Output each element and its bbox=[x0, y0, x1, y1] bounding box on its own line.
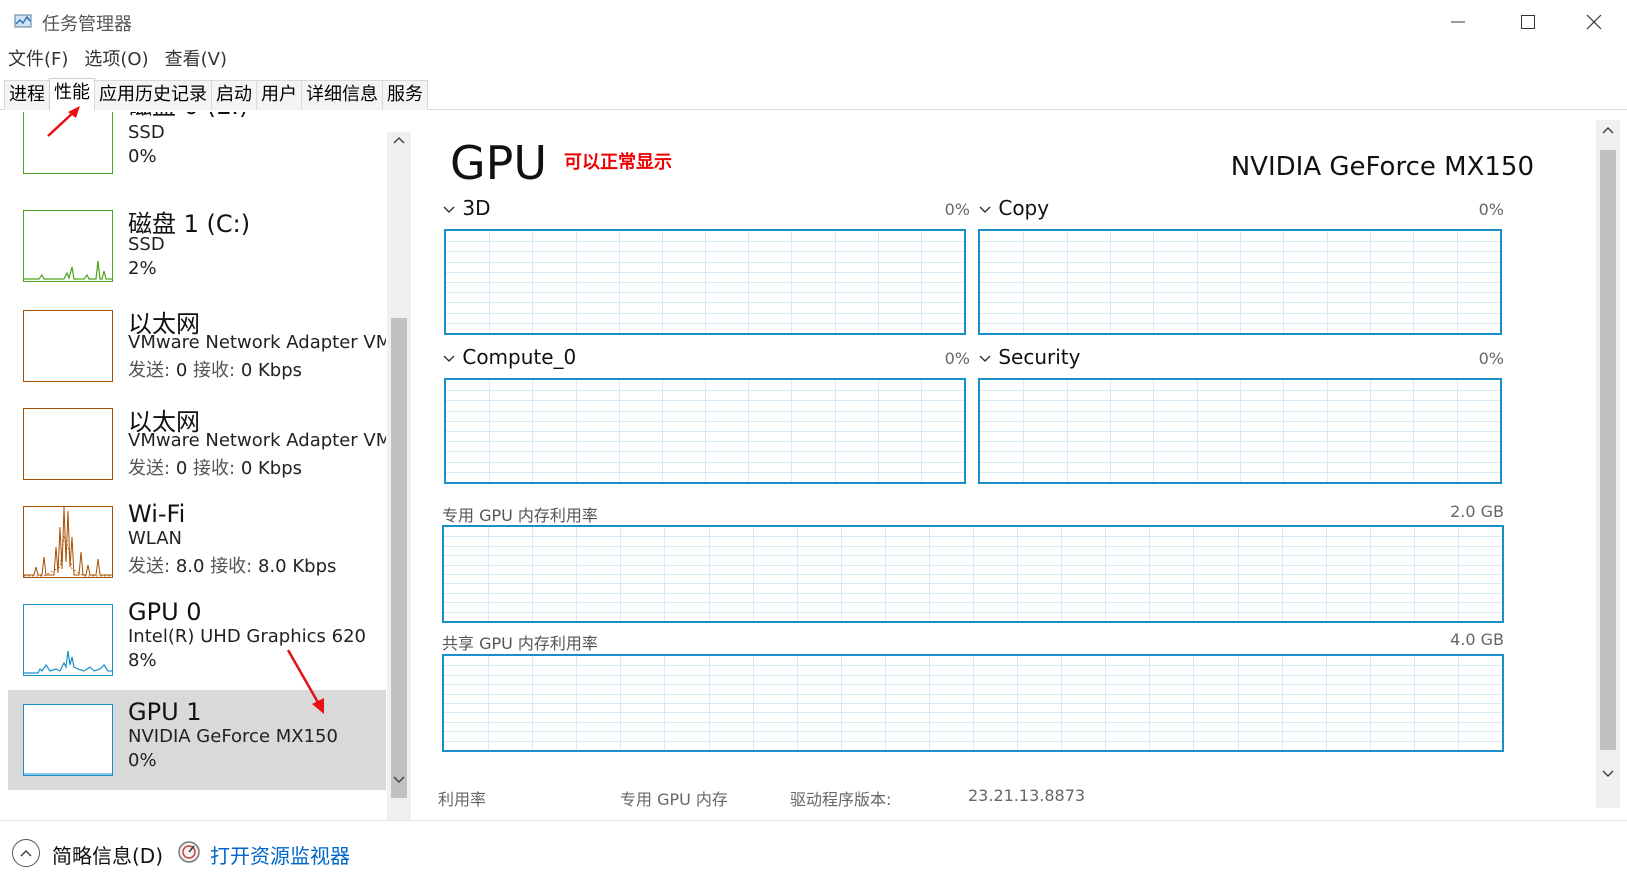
chevron-down-icon bbox=[443, 206, 455, 213]
stat-dedicated-memory-label: 专用 GPU 内存 bbox=[620, 790, 728, 809]
engine-3d-percent: 0% bbox=[944, 200, 970, 219]
main-scroll-thumb[interactable] bbox=[1600, 150, 1616, 750]
scroll-down-icon[interactable] bbox=[391, 772, 407, 788]
sidebar-item-title: Wi-Fi bbox=[128, 500, 186, 528]
sidebar-item-value: 发送: 8.0 接收: 8.0 Kbps bbox=[128, 556, 337, 577]
graph-dedicated-memory bbox=[442, 525, 1504, 623]
tab-processes[interactable]: 进程 bbox=[4, 80, 50, 110]
minimize-icon bbox=[1451, 21, 1465, 23]
shared-memory-label: 共享 GPU 内存利用率 bbox=[442, 634, 598, 653]
open-resource-monitor-link[interactable]: 打开资源监视器 bbox=[210, 840, 350, 869]
close-icon bbox=[1586, 14, 1601, 30]
engine-copy-percent: 0% bbox=[1478, 200, 1504, 219]
sidebar-item-value: 2% bbox=[128, 258, 157, 279]
gpu0-thumbnail bbox=[23, 604, 113, 676]
graph-copy bbox=[978, 229, 1502, 335]
ethernet2-thumbnail bbox=[23, 408, 113, 480]
sidebar-item-sub: WLAN bbox=[128, 528, 183, 549]
sidebar-item-value: 发送: 0 接收: 0 Kbps bbox=[128, 360, 303, 381]
sidebar-item-value: 发送: 0 接收: 0 Kbps bbox=[128, 458, 303, 479]
stat-driver-version-value: 23.21.13.8873 bbox=[968, 786, 1086, 805]
engine-selector-3d[interactable]: 3D bbox=[442, 196, 490, 220]
disk1-thumbnail bbox=[23, 210, 113, 282]
tab-services[interactable]: 服务 bbox=[382, 80, 428, 110]
chevron-up-icon bbox=[20, 849, 32, 857]
chevron-down-icon bbox=[979, 206, 991, 213]
graph-shared-memory bbox=[442, 654, 1504, 752]
footer: 简略信息(D) 打开资源监视器 bbox=[0, 820, 1627, 889]
menu-bar: 文件(F) 选项(O) 查看(V) bbox=[0, 46, 235, 74]
tab-users[interactable]: 用户 bbox=[256, 80, 302, 110]
sidebar-item-ethernet-1[interactable]: 以太网 VMware Network Adapter VMnet1 发送: 0 … bbox=[8, 298, 386, 398]
fewer-details-toggle[interactable] bbox=[12, 839, 40, 867]
shared-memory-max: 4.0 GB bbox=[1450, 630, 1504, 649]
scroll-up-icon[interactable] bbox=[1600, 122, 1616, 138]
annotation-note: 可以正常显示 bbox=[564, 152, 672, 173]
sidebar-item-title: 磁盘 0 (E:) bbox=[128, 112, 249, 121]
performance-sidebar: 磁盘 0 (E:) SSD 0% 磁盘 1 (C:) SSD 2% 以太网 VM… bbox=[0, 112, 412, 820]
maximize-button[interactable] bbox=[1493, 0, 1563, 44]
sidebar-item-gpu-0[interactable]: GPU 0 Intel(R) UHD Graphics 620 8% bbox=[8, 592, 386, 692]
sidebar-item-sub: VMware Network Adapter VMnet8 bbox=[128, 430, 386, 451]
menu-options[interactable]: 选项(O) bbox=[76, 46, 156, 74]
close-button[interactable] bbox=[1560, 0, 1627, 44]
tab-startup[interactable]: 启动 bbox=[211, 80, 257, 110]
sidebar-item-value: 0% bbox=[128, 146, 157, 167]
sidebar-item-title: GPU 0 bbox=[128, 598, 202, 626]
tab-performance[interactable]: 性能 bbox=[49, 78, 95, 111]
disk0-thumbnail bbox=[23, 112, 113, 174]
sidebar-item-sub: SSD bbox=[128, 122, 165, 143]
page-title: GPU bbox=[450, 136, 548, 190]
dedicated-memory-label: 专用 GPU 内存利用率 bbox=[442, 506, 598, 525]
sidebar-item-sub: NVIDIA GeForce MX150 bbox=[128, 726, 338, 747]
scroll-up-icon[interactable] bbox=[391, 132, 407, 148]
gpu-detail-panel: GPU 可以正常显示 NVIDIA GeForce MX150 3D 0% Co… bbox=[414, 112, 1596, 820]
sidebar-item-value: 8% bbox=[128, 650, 157, 671]
window-title: 任务管理器 bbox=[42, 14, 132, 35]
menu-view[interactable]: 查看(V) bbox=[157, 46, 235, 74]
sidebar-item-disk-1[interactable]: 磁盘 1 (C:) SSD 2% bbox=[8, 200, 386, 300]
scroll-down-icon[interactable] bbox=[1600, 766, 1616, 782]
sidebar-item-value: 0% bbox=[128, 750, 157, 771]
sidebar-item-sub: VMware Network Adapter VMnet1 bbox=[128, 332, 386, 353]
task-manager-icon bbox=[14, 14, 32, 28]
stat-driver-version-label: 驱动程序版本: bbox=[790, 790, 892, 809]
maximize-icon bbox=[1521, 15, 1535, 29]
sidebar-item-gpu-1[interactable]: GPU 1 NVIDIA GeForce MX150 0% bbox=[8, 690, 386, 790]
wifi-thumbnail bbox=[23, 506, 113, 578]
menu-file[interactable]: 文件(F) bbox=[0, 46, 76, 74]
main-scrollbar[interactable] bbox=[1596, 120, 1620, 808]
sidebar-item-sub: SSD bbox=[128, 234, 165, 255]
sidebar-scrollbar[interactable] bbox=[387, 132, 411, 820]
engine-selector-copy[interactable]: Copy bbox=[978, 196, 1049, 220]
engine-selector-compute[interactable]: Compute_0 bbox=[442, 345, 576, 369]
title-bar: 任务管理器 bbox=[0, 0, 1627, 44]
graph-security bbox=[978, 378, 1502, 484]
dedicated-memory-max: 2.0 GB bbox=[1450, 502, 1504, 521]
gpu1-thumbnail bbox=[23, 704, 113, 776]
engine-security-percent: 0% bbox=[1478, 349, 1504, 368]
engine-compute-percent: 0% bbox=[944, 349, 970, 368]
device-list: 磁盘 0 (E:) SSD 0% 磁盘 1 (C:) SSD 2% 以太网 VM… bbox=[0, 112, 386, 820]
sidebar-scroll-thumb[interactable] bbox=[391, 318, 407, 798]
sidebar-item-sub: Intel(R) UHD Graphics 620 bbox=[128, 626, 366, 647]
ethernet1-thumbnail bbox=[23, 310, 113, 382]
chevron-down-icon bbox=[443, 355, 455, 362]
graph-compute bbox=[444, 378, 966, 484]
fewer-details-button[interactable]: 简略信息(D) bbox=[52, 840, 163, 869]
engine-selector-security[interactable]: Security bbox=[978, 345, 1081, 369]
stat-utilization-label: 利用率 bbox=[438, 790, 487, 809]
sidebar-item-title: GPU 1 bbox=[128, 698, 202, 726]
graph-3d bbox=[444, 229, 966, 335]
tab-app-history[interactable]: 应用历史记录 bbox=[94, 80, 212, 110]
sidebar-item-wifi[interactable]: Wi-Fi WLAN 发送: 8.0 接收: 8.0 Kbps bbox=[8, 494, 386, 594]
chevron-down-icon bbox=[979, 355, 991, 362]
gpu-model-name: NVIDIA GeForce MX150 bbox=[1230, 152, 1534, 182]
resource-monitor-icon bbox=[178, 841, 200, 863]
tab-details[interactable]: 详细信息 bbox=[301, 80, 383, 110]
minimize-button[interactable] bbox=[1423, 0, 1493, 44]
sidebar-item-disk-0[interactable]: 磁盘 0 (E:) SSD 0% bbox=[8, 112, 386, 188]
tab-bar: 进程 性能 应用历史记录 启动 用户 详细信息 服务 bbox=[0, 78, 1627, 111]
sidebar-item-ethernet-2[interactable]: 以太网 VMware Network Adapter VMnet8 发送: 0 … bbox=[8, 396, 386, 496]
